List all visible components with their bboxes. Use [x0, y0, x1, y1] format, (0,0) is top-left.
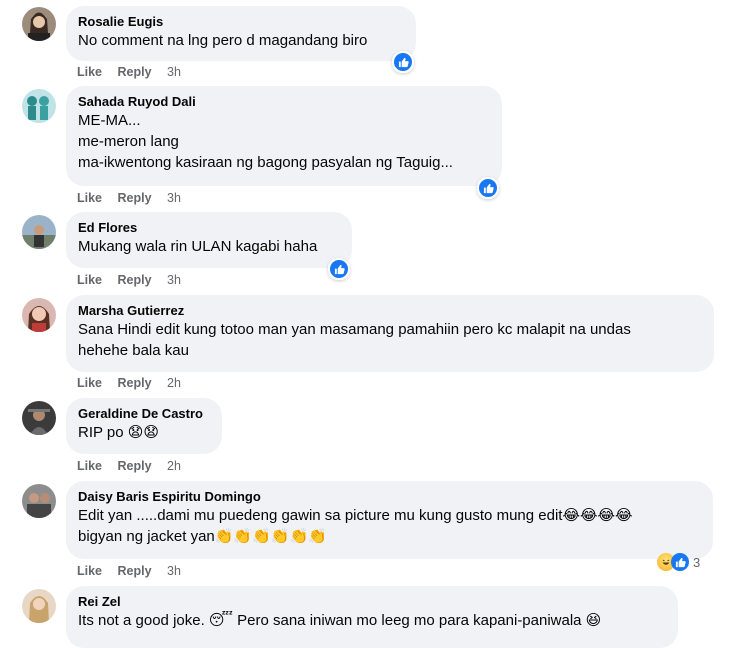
comment-actions: Like Reply 3h	[77, 190, 181, 206]
reply-button[interactable]: Reply	[118, 273, 152, 287]
comment-author[interactable]: Sahada Ruyod Dali	[78, 93, 490, 110]
comment-timestamp[interactable]: 3h	[167, 65, 181, 79]
comment-text: Edit yan .....dami mu puedeng gawin sa p…	[78, 507, 633, 524]
comment-text: Sana Hindi edit kung totoo man yan masam…	[78, 321, 631, 338]
comment-timestamp[interactable]: 3h	[167, 191, 181, 205]
comment-text: No comment na lng pero d magandang biro	[78, 32, 368, 49]
like-button[interactable]: Like	[77, 376, 102, 390]
comment-timestamp[interactable]: 2h	[167, 459, 181, 473]
reaction-summary[interactable]	[392, 51, 414, 73]
comment-actions: Like Reply 3h	[77, 563, 181, 579]
comment-timestamp[interactable]: 3h	[167, 273, 181, 287]
comment-text: hehehe bala kau	[78, 342, 189, 359]
like-button[interactable]: Like	[77, 65, 102, 79]
like-button[interactable]: Like	[77, 191, 102, 205]
comment-bubble: Sahada Ruyod Dali ME-MA... me-meron lang…	[66, 86, 502, 186]
like-button[interactable]: Like	[77, 564, 102, 578]
thumbs-up-icon	[479, 179, 497, 197]
comment-author[interactable]: Marsha Gutierrez	[78, 302, 702, 319]
like-button[interactable]: Like	[77, 459, 102, 473]
comment-author[interactable]: Daisy Baris Espiritu Domingo	[78, 488, 701, 505]
comment-author[interactable]: Geraldine De Castro	[78, 405, 210, 422]
avatar[interactable]	[22, 89, 56, 123]
avatar[interactable]	[22, 215, 56, 249]
comment-actions: Like Reply 2h	[77, 375, 181, 391]
reply-button[interactable]: Reply	[118, 65, 152, 79]
thumbs-up-icon	[330, 260, 348, 278]
reply-button[interactable]: Reply	[118, 564, 152, 578]
comment-text: RIP po 😧😧	[78, 424, 160, 441]
avatar[interactable]	[22, 484, 56, 518]
reply-button[interactable]: Reply	[118, 459, 152, 473]
reaction-count: 3	[693, 554, 701, 570]
comment-actions: Like Reply 3h	[77, 64, 181, 80]
comment-text: Its not a good joke. 😴 Pero sana iniwan …	[78, 612, 602, 629]
comment-author[interactable]: Rei Zel	[78, 593, 666, 610]
reply-button[interactable]: Reply	[118, 191, 152, 205]
comment-actions: Like Reply 2h	[77, 458, 181, 474]
avatar[interactable]	[22, 7, 56, 41]
comment-author[interactable]: Ed Flores	[78, 219, 340, 236]
thumbs-up-icon	[394, 53, 412, 71]
thumbs-up-icon	[671, 553, 689, 571]
comment-timestamp[interactable]: 2h	[167, 376, 181, 390]
reaction-summary[interactable]: 3	[655, 551, 706, 573]
comment-bubble: Rosalie Eugis No comment na lng pero d m…	[66, 6, 416, 61]
reaction-summary[interactable]	[328, 258, 350, 280]
comment-bubble: Geraldine De Castro RIP po 😧😧	[66, 398, 222, 454]
comment-text: me-meron lang	[78, 133, 179, 150]
comment-bubble: Rei Zel Its not a good joke. 😴 Pero sana…	[66, 586, 678, 648]
comment-bubble: Marsha Gutierrez Sana Hindi edit kung to…	[66, 295, 714, 372]
like-button[interactable]: Like	[77, 273, 102, 287]
avatar[interactable]	[22, 589, 56, 623]
reaction-summary[interactable]	[477, 177, 499, 199]
avatar[interactable]	[22, 401, 56, 435]
comment-bubble: Daisy Baris Espiritu Domingo Edit yan ..…	[66, 481, 713, 559]
comment-text: Mukang wala rin ULAN kagabi haha	[78, 238, 318, 255]
comment-bubble: Ed Flores Mukang wala rin ULAN kagabi ha…	[66, 212, 352, 268]
avatar[interactable]	[22, 298, 56, 332]
reply-button[interactable]: Reply	[118, 376, 152, 390]
comment-text: bigyan ng jacket yan👏👏👏👏👏👏	[78, 528, 327, 545]
comment-actions: Like Reply 3h	[77, 272, 181, 288]
comment-text: ME-MA...	[78, 112, 141, 129]
comment-timestamp[interactable]: 3h	[167, 564, 181, 578]
comment-text: ma-ikwentong kasiraan ng bagong pasyalan…	[78, 154, 453, 171]
comment-author[interactable]: Rosalie Eugis	[78, 13, 404, 30]
